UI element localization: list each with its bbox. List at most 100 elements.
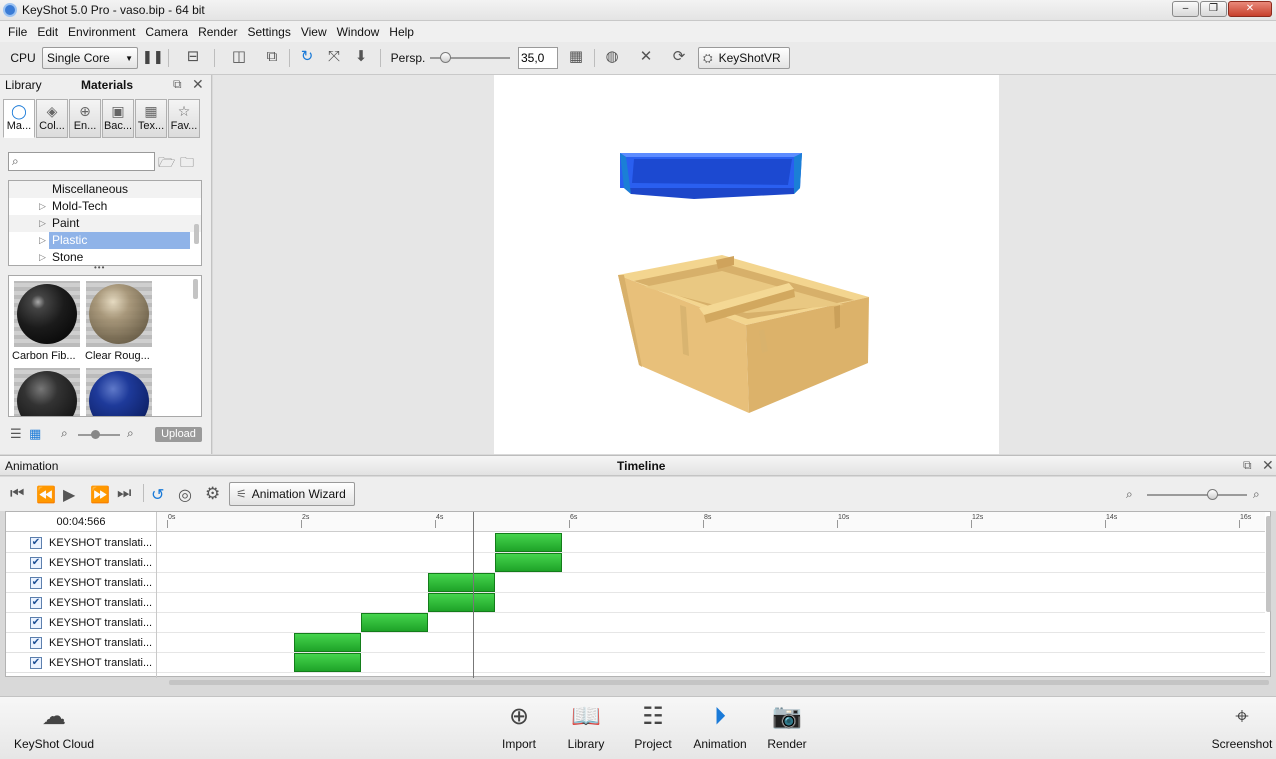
track-lane[interactable] [157,613,1265,633]
track-lane[interactable] [157,593,1265,613]
track-row[interactable]: ✔ KEYSHOT translati... [6,553,156,573]
zoom-out-icon[interactable]: ⌕ [61,426,68,441]
playhead[interactable] [472,512,474,678]
tree-item-paint[interactable]: ▷ Paint [9,215,201,232]
render-canvas[interactable] [494,75,999,454]
track-checkbox[interactable]: ✔ [30,576,42,589]
track-checkbox[interactable]: ✔ [30,536,42,549]
library-search-input[interactable]: ⌕ [8,152,155,171]
close-window-button[interactable]: ✕ [1228,1,1272,17]
focal-length-input[interactable] [518,47,558,69]
zoom-in-icon[interactable]: ⌕ [127,426,134,441]
expand-arrow-icon[interactable]: ▷ [39,249,46,265]
close-panel-icon[interactable]: ✕ [1262,457,1274,474]
grid-view-icon[interactable]: ▦ [29,426,41,442]
timeline-horizontal-scrollbar[interactable] [169,680,1269,685]
tree-item-miscellaneous[interactable]: Miscellaneous [9,181,201,198]
remove-folder-icon[interactable]: 🗀 [180,152,194,176]
camera-slate-icon[interactable]: ⊟ [178,47,208,67]
menu-settings[interactable]: Settings [242,25,295,39]
material-thumb[interactable] [14,281,80,347]
zoom-out-icon[interactable]: ⌕ [1126,487,1133,502]
menu-render[interactable]: Render [193,25,242,39]
track-lane[interactable] [157,533,1265,553]
loop-icon[interactable]: ↺ [151,485,164,505]
animation-keyframe-bar[interactable] [495,533,563,552]
region-render-icon[interactable]: ◍ [602,47,622,67]
expand-arrow-icon[interactable]: ▷ [39,232,46,249]
tree-item-plastic[interactable]: ▷ Plastic [39,232,190,249]
tab-backplates[interactable]: ▣ Bac... [102,99,134,138]
track-row[interactable]: ✔ KEYSHOT translati... [6,573,156,593]
animation-keyframe-bar[interactable] [428,573,496,592]
skip-to-start-icon[interactable]: ⏮ [10,485,24,503]
cpu-mode-select[interactable]: Single Core ▼ [42,47,138,69]
pause-render-button[interactable]: ❚❚ [142,47,164,67]
library-button[interactable]: 📖 Library [563,701,609,757]
float-panel-icon[interactable]: ⧉ [173,77,182,92]
animation-keyframe-bar[interactable] [495,553,563,572]
preview-icon[interactable]: ◎ [178,485,192,505]
close-panel-icon[interactable]: ✕ [192,76,204,93]
track-checkbox[interactable]: ✔ [30,616,42,629]
animation-keyframe-bar[interactable] [428,593,496,612]
animation-keyframe-bar[interactable] [294,653,362,672]
timeline-zoom-slider[interactable] [1147,489,1247,500]
maximize-button[interactable]: ❐ [1200,1,1227,17]
step-forward-icon[interactable]: ⏩ [90,485,110,505]
tab-textures[interactable]: ▦ Tex... [135,99,167,138]
tree-item-mold-tech[interactable]: ▷ Mold-Tech [9,198,201,215]
track-checkbox[interactable]: ✔ [30,636,42,649]
import-button[interactable]: ⊕ Import [496,701,542,757]
move-tool-icon[interactable]: ✕ [636,47,656,67]
animation-button[interactable]: ⏵ Animation [690,701,750,757]
time-ruler[interactable]: 0s 2s 4s 6s 8s 10s 12s 14s 16s [157,512,1265,532]
animation-wizard-button[interactable]: ⚟ Animation Wizard [229,482,355,506]
add-folder-icon[interactable]: 🗁 [158,152,175,176]
drop-to-ground-icon[interactable]: ⬇ [351,47,371,67]
splitter-handle[interactable]: ••• [94,263,105,272]
expand-arrow-icon[interactable]: ▷ [39,215,46,232]
thumbs-scrollbar[interactable] [193,279,198,299]
track-lane[interactable] [157,653,1265,673]
menu-help[interactable]: Help [384,25,419,39]
tab-colors[interactable]: ◈ Col... [36,99,68,138]
tab-materials[interactable]: ◯ Ma... [3,99,35,138]
material-thumb[interactable] [86,281,152,347]
menu-file[interactable]: File [3,25,32,39]
gear-icon[interactable]: ⚙ [205,484,220,504]
track-row[interactable]: ✔ KEYSHOT translati... [6,533,156,553]
slider-handle[interactable] [440,52,451,63]
menu-camera[interactable]: Camera [140,25,193,39]
focal-length-slider[interactable] [428,47,512,69]
project-button[interactable]: ☷ Project [630,701,676,757]
float-panel-icon[interactable]: ⧉ [1243,458,1252,473]
reset-view-icon[interactable]: ↻ [297,47,317,67]
camera-snapshot-icon[interactable]: ◫ [222,47,256,67]
track-lane[interactable] [157,553,1265,573]
track-checkbox[interactable]: ✔ [30,656,42,669]
screenshot-button[interactable]: ⌖ Screenshot [1210,701,1274,757]
render-button[interactable]: 📷 Render [764,701,810,757]
keyshot-cloud-button[interactable]: ☁ KeyShot Cloud [12,701,96,757]
track-row[interactable]: ✔ KEYSHOT translati... [6,593,156,613]
track-row[interactable]: ✔ KEYSHOT translati... [6,613,156,633]
track-lane[interactable] [157,633,1265,653]
keyshot-vr-button[interactable]: ⛭ KeyShotVR [698,47,790,69]
upload-button[interactable]: Upload [155,427,202,442]
tab-environments[interactable]: ⊕ En... [69,99,101,138]
zoom-in-icon[interactable]: ⌕ [1253,487,1260,502]
track-checkbox[interactable]: ✔ [30,596,42,609]
animation-keyframe-bar[interactable] [361,613,429,632]
track-lane[interactable] [157,573,1265,593]
minimize-button[interactable]: – [1172,1,1199,17]
slider-handle[interactable] [1207,489,1218,500]
menu-view[interactable]: View [296,25,332,39]
material-thumb[interactable] [14,368,80,416]
tree-scrollbar[interactable] [194,224,199,244]
material-thumb[interactable] [86,368,152,416]
thumb-size-slider[interactable] [78,430,120,439]
lock-geometry-icon[interactable]: ⧉ [262,47,282,67]
menu-environment[interactable]: Environment [63,25,140,39]
track-row[interactable]: ✔ KEYSHOT translati... [6,633,156,653]
